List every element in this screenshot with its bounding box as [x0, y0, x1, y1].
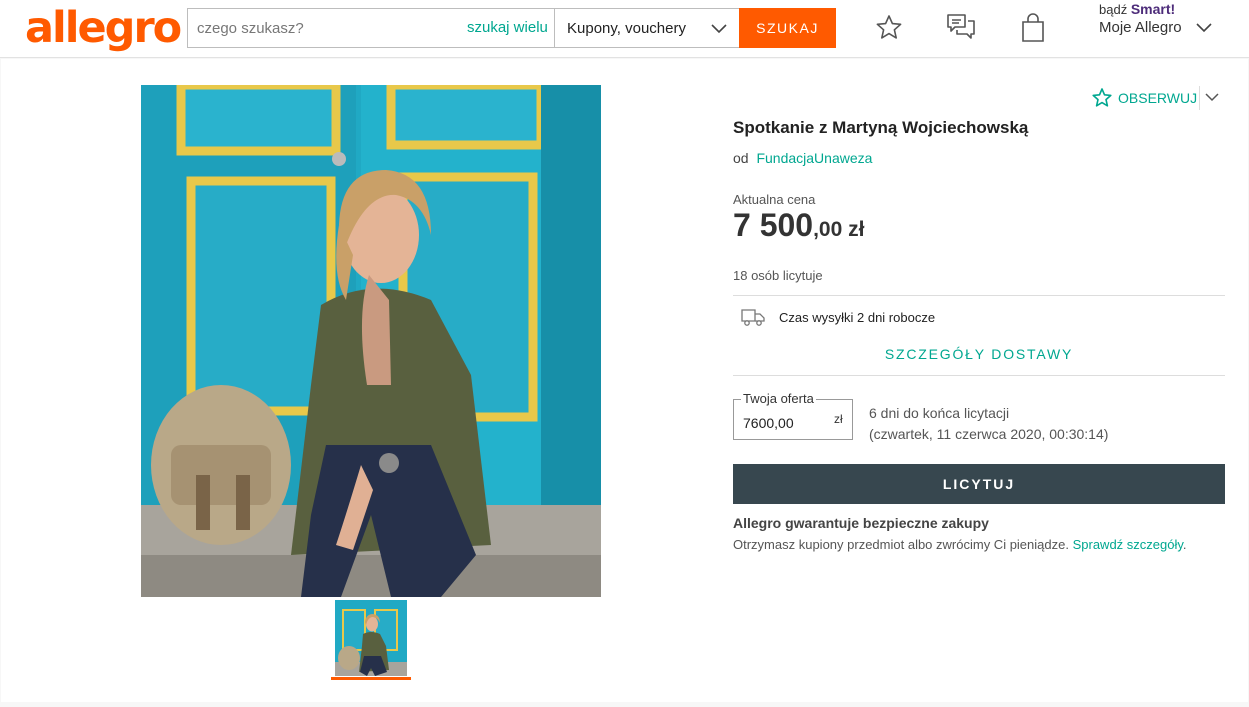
allegro-logo[interactable]: allegro — [25, 4, 182, 52]
smart-prefix: bądź — [1099, 2, 1128, 17]
seller-prefix: od — [733, 150, 749, 166]
chat-icon[interactable] — [945, 12, 977, 44]
auction-time: 6 dni do końca licytacji (czwartek, 11 c… — [869, 403, 1108, 445]
thumbnail-active-indicator — [331, 677, 411, 680]
guarantee-period: . — [1182, 537, 1187, 552]
smart-brand: Smart! — [1130, 1, 1176, 17]
price-decimals: ,00 zł — [813, 218, 865, 241]
guarantee-title: Allegro gwarantuje bezpieczne zakupy — [733, 515, 989, 531]
search-input[interactable] — [188, 9, 468, 47]
offer-field[interactable]: Twoja oferta zł — [733, 391, 853, 440]
price-main: 7 500 — [733, 207, 814, 243]
top-header: allegro szukaj wielu Kupony, vouchery SZ… — [0, 0, 1249, 58]
main-product-photo[interactable] — [141, 85, 601, 597]
price-label: Aktualna cena — [733, 192, 816, 207]
current-price: 7 500,00 zł — [733, 207, 864, 244]
divider — [733, 375, 1225, 376]
time-left: 6 dni do końca licytacji — [869, 405, 1010, 421]
seller-link[interactable]: FundacjaUnaweza — [756, 150, 872, 166]
star-icon[interactable] — [873, 12, 905, 44]
shopping-bag-icon[interactable] — [1017, 12, 1049, 44]
offer-input[interactable] — [734, 412, 829, 434]
shipping-time: Czas wysyłki 2 dni robocze — [779, 310, 936, 325]
truck-icon — [741, 309, 765, 326]
search-button[interactable]: SZUKAJ — [739, 8, 836, 48]
guarantee-text: Otrzymasz kupiony przedmiot albo zwrócim… — [733, 537, 1187, 552]
category-label: Kupony, vouchery — [567, 20, 686, 37]
category-select[interactable]: Kupony, vouchery — [554, 9, 740, 47]
seller-line: od FundacjaUnaweza — [733, 150, 872, 166]
bid-button[interactable]: LICYTUJ — [733, 464, 1225, 504]
photo-thumbnail[interactable] — [335, 600, 407, 676]
watch-label: OBSERWUJ — [1118, 90, 1198, 106]
delivery-details-link[interactable]: SZCZEGÓŁY DOSTAWY — [733, 346, 1225, 362]
bidders-count: 18 osób licytuje — [733, 268, 823, 283]
chevron-down-icon[interactable] — [1195, 19, 1213, 37]
divider — [1199, 86, 1200, 110]
listing-title: Spotkanie z Martyną Wojciechowską — [733, 118, 1029, 137]
account-menu[interactable]: Moje Allegro — [1099, 19, 1182, 36]
divider — [733, 295, 1225, 296]
chevron-down-icon — [711, 24, 727, 34]
offer-label: Twoja oferta — [741, 391, 816, 406]
guarantee-description: Otrzymasz kupiony przedmiot albo zwrócim… — [733, 537, 1069, 552]
chevron-down-icon[interactable] — [1203, 88, 1221, 106]
end-date: (czwartek, 11 czerwca 2020, 00:30:14) — [869, 426, 1109, 442]
star-icon — [1092, 88, 1112, 107]
search-bar: szukaj wielu Kupony, vouchery SZUKAJ — [187, 8, 836, 48]
smart-promo[interactable]: bądź Smart! — [1099, 1, 1175, 17]
offer-currency: zł — [834, 412, 843, 426]
listing-card: OBSERWUJ Spotkanie z Martyną Wojciechows… — [1, 59, 1248, 702]
guarantee-details-link[interactable]: Sprawdź szczegóły — [1073, 537, 1183, 552]
search-many-link[interactable]: szukaj wielu — [467, 19, 548, 36]
